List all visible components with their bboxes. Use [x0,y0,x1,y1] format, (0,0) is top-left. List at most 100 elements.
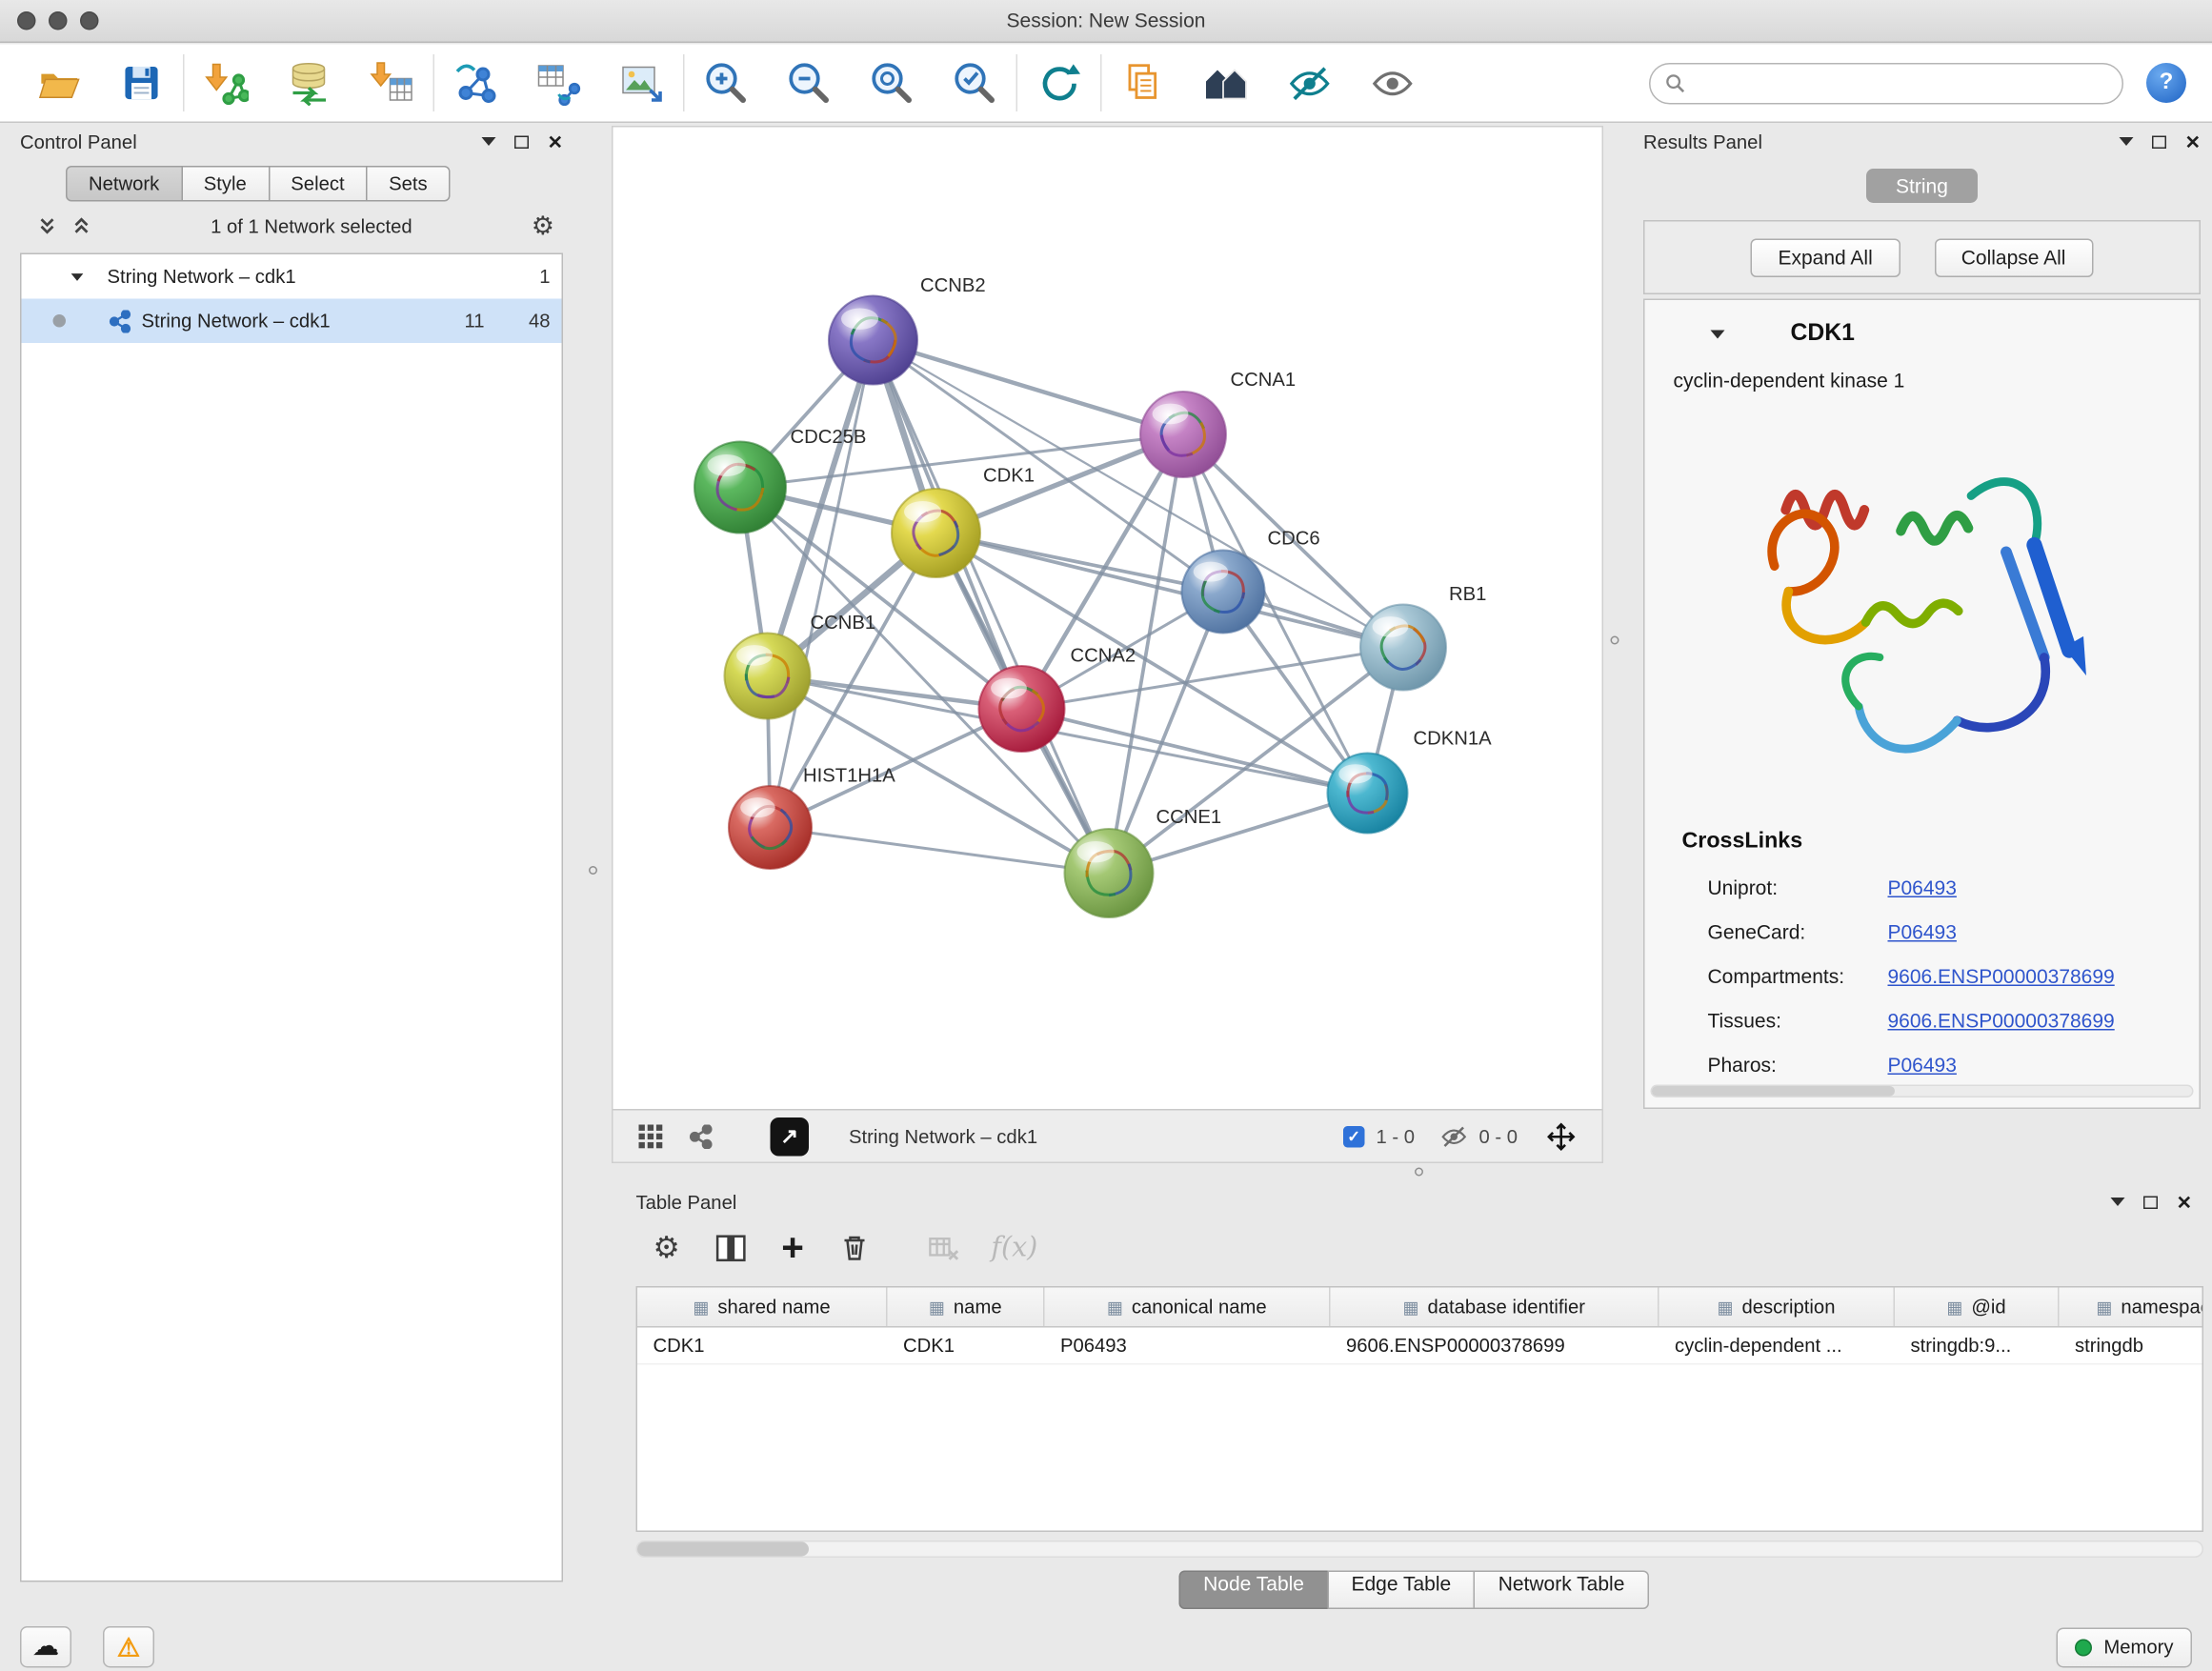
cell-id[interactable]: stringdb:9... [1895,1328,2060,1364]
column-header-shared-name[interactable]: ▦shared name [637,1288,888,1327]
zoom-in-button[interactable] [685,50,768,116]
tab-style[interactable]: Style [181,166,270,202]
expand-tree-icon[interactable] [37,216,57,236]
panel-float-icon[interactable] [2143,1196,2158,1209]
expand-all-button[interactable]: Expand All [1751,238,1900,277]
crosslink-uniprot-link[interactable]: P06493 [1888,876,1957,899]
network-view-share-icon[interactable] [689,1124,714,1149]
network-options-gear-icon[interactable]: ⚙ [532,211,554,241]
network-graph[interactable]: CCNB2CCNA1CDC25BCDK1CDC6RB1CCNB1CCNA2CDK… [613,128,1602,1110]
import-network-database-button[interactable] [268,50,351,116]
import-table-file-button[interactable] [351,50,433,116]
network-node[interactable]: HIST1H1A [729,766,895,870]
panel-menu-icon[interactable] [482,137,496,146]
open-session-button[interactable] [17,50,100,116]
tab-select[interactable]: Select [268,166,367,202]
network-collection-row[interactable]: String Network – cdk1 1 [22,254,562,299]
zoom-selected-button[interactable] [934,50,1016,116]
zoom-fit-button[interactable] [851,50,934,116]
crosslink-tissues-link[interactable]: 9606.ENSP00000378699 [1888,1009,2115,1032]
search-field[interactable] [1649,62,2123,104]
collapse-tree-icon[interactable] [71,216,91,236]
tab-node-table[interactable]: Node Table [1179,1571,1329,1610]
column-header-name[interactable]: ▦name [888,1288,1045,1327]
show-columns-icon[interactable] [714,1231,748,1264]
zoom-out-button[interactable] [768,50,851,116]
copy-document-button[interactable] [1102,50,1185,116]
table-horizontal-scrollbar[interactable] [636,1540,2204,1558]
new-network-from-selection-button[interactable] [434,50,517,116]
save-session-button[interactable] [100,50,183,116]
column-header-canonical-name[interactable]: ▦canonical name [1045,1288,1331,1327]
help-button[interactable]: ? [2146,63,2186,103]
column-header-id[interactable]: ▦@id [1895,1288,2060,1327]
detach-view-button[interactable]: ↗ [771,1117,810,1156]
cell-shared-name[interactable]: CDK1 [637,1328,888,1364]
table-row[interactable]: CDK1 CDK1 P06493 9606.ENSP00000378699 cy… [637,1328,2202,1365]
panel-float-icon[interactable] [2152,135,2166,149]
import-network-file-button[interactable] [185,50,268,116]
panel-close-icon[interactable]: ✕ [2177,1193,2192,1212]
tab-sets[interactable]: Sets [366,166,451,202]
delete-table-icon[interactable] [927,1231,960,1264]
refresh-layout-button[interactable] [1017,50,1100,116]
cell-canonical-name[interactable]: P06493 [1045,1328,1331,1364]
gene-expander-icon[interactable] [1711,331,1725,339]
panel-menu-icon[interactable] [2120,137,2134,146]
birdseye-view-button[interactable] [1185,50,1268,116]
hide-graphics-details-button[interactable] [1268,50,1351,116]
tab-network-table[interactable]: Network Table [1474,1571,1649,1610]
selected-checkbox-icon[interactable]: ✓ [1343,1125,1365,1147]
tab-network[interactable]: Network [66,166,182,202]
hidden-eye-slash-icon[interactable] [1440,1122,1468,1150]
column-header-description[interactable]: ▦description [1659,1288,1896,1327]
column-header-database-identifier[interactable]: ▦database identifier [1331,1288,1659,1327]
network-row[interactable]: String Network – cdk1 11 48 [22,299,562,344]
network-node[interactable]: CCNB1 [725,613,876,719]
results-horizontal-scrollbar[interactable] [1651,1085,2194,1098]
network-node[interactable]: RB1 [1360,584,1486,691]
warnings-button[interactable]: ⚠ [103,1626,154,1668]
left-splitter-handle[interactable] [589,866,597,875]
crosslink-genecard-link[interactable]: P06493 [1888,920,1957,943]
gene-header[interactable]: CDK1 [1645,320,2200,354]
table-panel-title: Table Panel [636,1191,737,1213]
collapse-all-button[interactable]: Collapse All [1934,238,2093,277]
control-panel-title: Control Panel [20,131,137,152]
bottom-splitter-handle[interactable] [1415,1168,1423,1177]
grid-view-icon[interactable] [639,1124,664,1149]
function-builder-icon[interactable]: f(x) [991,1232,1037,1263]
cell-namespace[interactable]: stringdb [2060,1328,2204,1364]
delete-column-icon[interactable] [838,1232,870,1263]
show-graphics-details-button[interactable] [1351,50,1434,116]
memory-button[interactable]: Memory [2057,1627,2192,1667]
table-options-gear-icon[interactable]: ⚙ [654,1230,680,1266]
panel-menu-icon[interactable] [2111,1198,2125,1206]
cloud-status-button[interactable]: ☁ [20,1626,71,1668]
cell-database-identifier[interactable]: 9606.ENSP00000378699 [1331,1328,1659,1364]
network-canvas[interactable]: CCNB2CCNA1CDC25BCDK1CDC6RB1CCNB1CCNA2CDK… [613,128,1602,1110]
crosslink-pharos-link[interactable]: P06493 [1888,1054,1957,1077]
panel-close-icon[interactable]: ✕ [2185,132,2201,151]
right-splitter-handle[interactable] [1611,636,1619,645]
panel-close-icon[interactable]: ✕ [548,132,563,151]
crosslink-compartments-link[interactable]: 9606.ENSP00000378699 [1888,965,2115,988]
export-image-button[interactable] [600,50,683,116]
column-header-namespace[interactable]: ▦namespace [2060,1288,2204,1327]
collection-expander-icon[interactable] [71,272,84,280]
network-node[interactable]: CDK1 [892,466,1035,577]
tab-edge-table[interactable]: Edge Table [1327,1571,1476,1610]
cell-description[interactable]: cyclin-dependent ... [1659,1328,1896,1364]
network-node[interactable]: CDC6 [1182,529,1320,634]
network-node[interactable]: CCNA1 [1140,370,1296,477]
network-from-table-button[interactable] [517,50,600,116]
add-column-icon[interactable]: + [781,1228,804,1267]
panel-float-icon[interactable] [514,135,529,149]
crosslink-label: Uniprot: [1708,876,1779,899]
status-bar: ☁ ⚠ Memory [0,1623,2212,1671]
search-input[interactable] [1698,72,2108,94]
network-node[interactable]: CDKN1A [1328,729,1493,834]
pan-crosshair-icon[interactable] [1546,1121,1577,1152]
cell-name[interactable]: CDK1 [888,1328,1045,1364]
tab-string[interactable]: String [1866,169,1978,203]
